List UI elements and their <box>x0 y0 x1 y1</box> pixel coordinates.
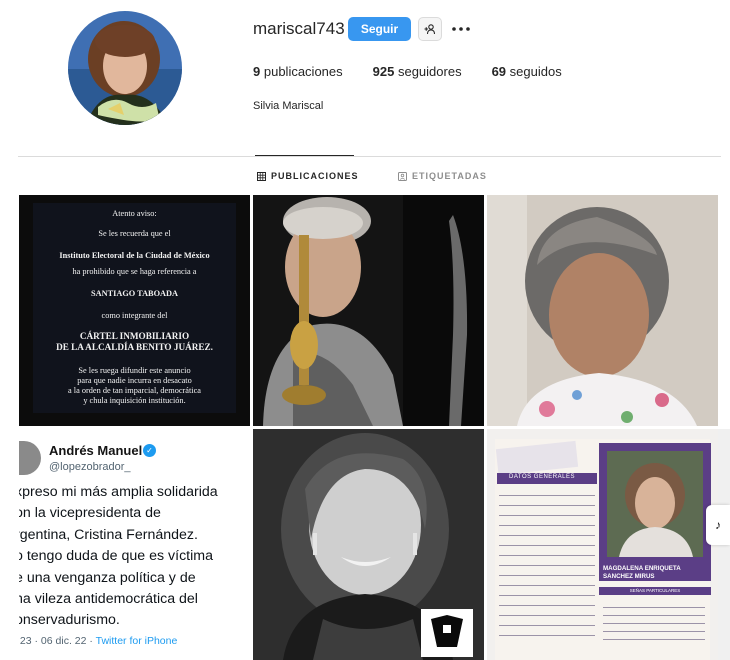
portrait-image <box>487 195 718 426</box>
notice-line: y chula inquisición institución. <box>83 396 186 405</box>
verified-badge-icon: ✓ <box>143 444 156 457</box>
following-label: seguidos <box>509 64 562 79</box>
document-section-label: DATOS GENERALES <box>509 474 575 480</box>
notice-line: a la orden de tan imparcial, democrática <box>68 386 201 395</box>
following-stat[interactable]: 69 seguidos <box>492 64 562 79</box>
document-photo <box>607 451 703 557</box>
tag-icon <box>398 171 407 181</box>
following-count: 69 <box>491 64 507 79</box>
tweet-line: rgentina, Cristina Fernández. <box>19 526 198 543</box>
profile-full-name: Silvia Mariscal <box>253 100 324 112</box>
notice-line: ha prohibido que se haga referencia a <box>72 267 197 276</box>
suggest-similar-button[interactable] <box>418 17 442 41</box>
followers-label: seguidores <box>397 64 462 79</box>
tab-publicaciones-label: PUBLICACIONES <box>271 171 359 181</box>
tweet-line: e una venganza política y de <box>19 569 196 586</box>
posts-count: 9 <box>253 64 261 79</box>
tweet-text: xpreso mi más amplia solidarida on la vi… <box>19 482 250 632</box>
tweet-line: onservadurismo. <box>19 612 120 629</box>
tweet-line: na vileza antidemocrática del <box>19 590 198 607</box>
tweet-handle: @lopezobrador_ <box>49 461 131 473</box>
tweet-line: on la vicepresidenta de <box>19 505 161 522</box>
posts-label: publicaciones <box>263 64 343 79</box>
profile-username: mariscal743 <box>253 19 345 38</box>
tweet-author-name: Andrés Manuel <box>49 443 143 458</box>
grid-icon <box>257 171 266 181</box>
tab-etiquetadas-label: ETIQUETADAS <box>412 171 487 181</box>
notice-line: SANTIAGO TABOADA <box>90 289 179 298</box>
post-bw-portrait[interactable] <box>253 429 484 660</box>
post-tweet[interactable]: Andrés Manuel ✓ @lopezobrador_ xpreso mi… <box>19 429 250 660</box>
tabs-divider <box>18 156 721 157</box>
ellipsis-icon <box>452 27 470 31</box>
tweet-time: :23 · 06 dic. 22 · <box>19 635 96 647</box>
tab-publicaciones[interactable]: PUBLICACIONES <box>257 171 359 181</box>
notice-line: Atento aviso: <box>112 209 157 218</box>
tweet-line: o tengo duda de que es víctima <box>19 548 213 565</box>
tweet-source: Twitter for iPhone <box>95 635 178 647</box>
notice-panel: Atento aviso: Se les recuerda que el Ins… <box>33 203 236 413</box>
active-tab-indicator <box>255 155 354 156</box>
tweet-line: xpreso mi más amplia solidarida <box>19 484 218 500</box>
person-plus-icon <box>424 24 436 35</box>
notice-line: como integrante del <box>101 311 168 320</box>
award-photo-image <box>253 195 484 426</box>
profile-avatar[interactable] <box>68 11 182 125</box>
followers-stat[interactable]: 925 seguidores <box>373 64 462 79</box>
notice-line: Se les ruega difundir este anuncio <box>78 366 191 375</box>
post-portrait[interactable] <box>487 195 718 426</box>
tab-etiquetadas[interactable]: ETIQUETADAS <box>398 171 487 181</box>
more-options-button[interactable] <box>451 17 471 41</box>
document-person-name: MAGDALENA ENRIQUETA SANCHEZ MIRUS <box>603 565 681 580</box>
followers-count: 925 <box>372 64 395 79</box>
notice-line: para que nadie incurra en desacato <box>77 376 192 385</box>
post-notice[interactable]: Atento aviso: Se les recuerda que el Ins… <box>19 195 250 426</box>
post-document[interactable]: DATOS GENERALES MAGDALENA ENRIQUETA SANC… <box>487 429 718 660</box>
notice-line: Instituto Electoral de la Ciudad de Méxi… <box>59 251 210 260</box>
notice-line: Se les recuerda que el <box>98 229 171 238</box>
notice-line: CÁRTEL INMOBILIARIO <box>79 331 190 341</box>
follow-button[interactable]: Seguir <box>348 17 411 41</box>
document-section-bar: DATOS GENERALES <box>497 473 597 484</box>
tweet-avatar <box>19 441 41 475</box>
post-award-photo[interactable] <box>253 195 484 426</box>
music-note-icon[interactable]: ♪ <box>706 505 730 545</box>
document-sub-label: SEÑAS PARTICULARES <box>599 587 711 595</box>
notice-line: DE LA ALCALDÍA BENITO JUÁREZ. <box>56 342 213 352</box>
bw-portrait-image <box>253 429 484 660</box>
profile-stats: 9 publicaciones 925 seguidores 69 seguid… <box>253 64 592 79</box>
posts-stat: 9 publicaciones <box>253 64 343 79</box>
tweet-meta: :23 · 06 dic. 22 · Twitter for iPhone <box>19 635 177 647</box>
